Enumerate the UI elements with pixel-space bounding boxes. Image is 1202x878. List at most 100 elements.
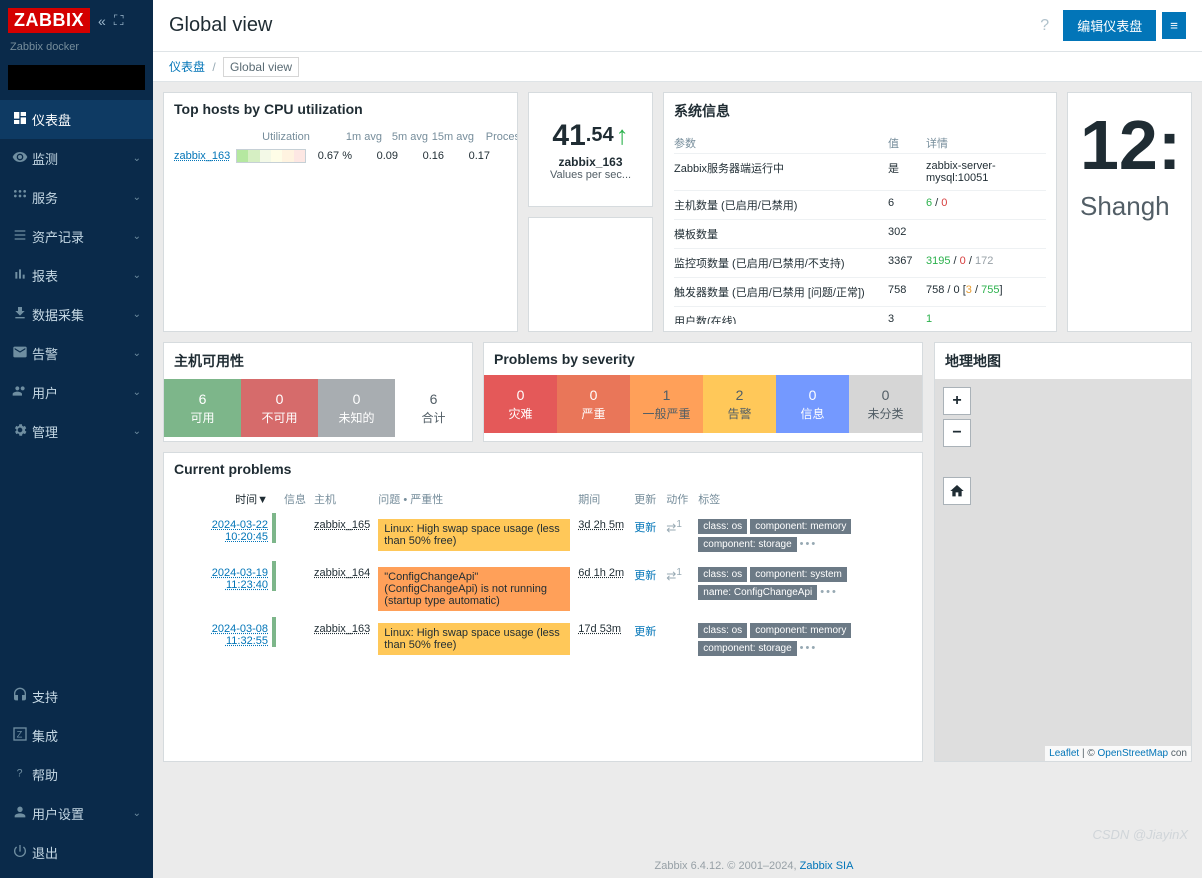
tag[interactable]: name: ConfigChangeApi — [698, 585, 817, 600]
table-row: 2024-03-08 11:32:55 zabbix_163 Linux: Hi… — [164, 617, 922, 665]
help-icon: ? — [12, 765, 32, 784]
value-dec: .54 — [586, 124, 614, 147]
sidebar-item-集成[interactable]: Z集成 — [0, 716, 153, 755]
sidebar-item-服务[interactable]: 服务⌄ — [0, 178, 153, 217]
problem-cell[interactable]: "ConfigChangeApi" (ConfigChangeApi) is n… — [378, 567, 570, 611]
dashboard-menu-button[interactable]: ≡ — [1162, 12, 1186, 39]
widget-item-value: 41.54↑ zabbix_163 Values per sec... — [528, 92, 653, 207]
sidebar-item-数据采集[interactable]: 数据采集⌄ — [0, 295, 153, 334]
host-link[interactable]: zabbix_165 — [314, 519, 370, 531]
tag[interactable]: component: storage — [698, 537, 796, 552]
severity-box-一般严重[interactable]: 1一般严重 — [630, 375, 703, 433]
sysinfo-row: 模板数量302 — [674, 219, 1046, 248]
sidebar-item-仪表盘[interactable]: 仪表盘 — [0, 100, 153, 139]
tag[interactable]: class: os — [698, 567, 747, 582]
kiosk-icon[interactable]: ⛶ — [114, 12, 124, 29]
action-icon[interactable]: ⇄1 — [666, 569, 682, 583]
avail-box-未知的[interactable]: 0未知的 — [318, 379, 395, 437]
severity-box-未分类[interactable]: 0未分类 — [849, 375, 922, 433]
item-desc: Values per sec... — [535, 169, 646, 181]
server-name: Zabbix docker — [0, 41, 153, 61]
avail-box-合计[interactable]: 6合计 — [395, 379, 472, 437]
problem-cell[interactable]: Linux: High swap space usage (less than … — [378, 519, 570, 551]
time-link[interactable]: 2024-03-22 10:20:45 — [212, 519, 268, 543]
map-canvas[interactable]: + − Leaflet | © OpenStreetMap con — [935, 379, 1191, 761]
chevron-down-icon: ⌄ — [133, 808, 141, 819]
host-link[interactable]: zabbix_163 — [314, 623, 370, 635]
value-int: 41 — [552, 119, 585, 153]
severity-box-灾难[interactable]: 0灾难 — [484, 375, 557, 433]
chevron-down-icon: ⌄ — [133, 426, 141, 437]
map-zoom-in-button[interactable]: + — [943, 387, 971, 415]
leaflet-link[interactable]: Leaflet — [1049, 748, 1079, 759]
time-link[interactable]: 2024-03-19 11:23:40 — [212, 567, 268, 591]
avail-box-不可用[interactable]: 0不可用 — [241, 379, 318, 437]
sysinfo-row: 触发器数量 (已启用/已禁用 [问题/正常])758758 / 0 [3 / 7… — [674, 277, 1046, 306]
tag[interactable]: component: memory — [750, 519, 851, 534]
search-box[interactable] — [8, 65, 145, 90]
avail-box-可用[interactable]: 6可用 — [164, 379, 241, 437]
widget-map: 地理地图 + − Leaflet | © OpenStreetMap con — [934, 342, 1192, 762]
download-icon — [12, 305, 32, 324]
sidebar-item-用户设置[interactable]: 用户设置⌄ — [0, 794, 153, 833]
map-attribution: Leaflet | © OpenStreetMap con — [1045, 746, 1191, 761]
status-bar — [272, 561, 276, 591]
host-link[interactable]: zabbix_163 — [174, 150, 236, 162]
sidebar-item-帮助[interactable]: ?帮助 — [0, 755, 153, 794]
tag[interactable]: class: os — [698, 519, 747, 534]
sidebar-item-报表[interactable]: 报表⌄ — [0, 256, 153, 295]
map-home-button[interactable] — [943, 477, 971, 505]
widget-title: Top hosts by CPU utilization — [164, 93, 517, 125]
sidebar-item-监测[interactable]: 监测⌄ — [0, 139, 153, 178]
tag[interactable]: component: system — [750, 567, 847, 582]
breadcrumb-root[interactable]: 仪表盘 — [169, 60, 205, 74]
duration-link[interactable]: 3d 2h 5m — [578, 519, 624, 531]
action-icon[interactable]: ⇄1 — [666, 521, 682, 535]
item-host: zabbix_163 — [558, 155, 622, 169]
zabbix-sia-link[interactable]: Zabbix SIA — [800, 860, 854, 872]
host-link[interactable]: zabbix_164 — [314, 567, 370, 579]
collapse-icon[interactable]: « — [98, 13, 106, 29]
user-icon — [12, 804, 32, 823]
tag[interactable]: component: storage — [698, 641, 796, 656]
gear-icon — [12, 422, 32, 441]
time-link[interactable]: 2024-03-08 11:32:55 — [212, 623, 268, 647]
tag[interactable]: component: memory — [750, 623, 851, 638]
chevron-down-icon: ⌄ — [133, 270, 141, 281]
edit-dashboard-button[interactable]: 编辑仪表盘 — [1063, 10, 1156, 41]
duration-link[interactable]: 17d 53m — [578, 623, 621, 635]
sidebar-item-资产记录[interactable]: 资产记录⌄ — [0, 217, 153, 256]
search-input[interactable] — [14, 71, 169, 85]
clock-timezone: Shangh — [1080, 191, 1179, 222]
update-link[interactable]: 更新 — [634, 570, 656, 582]
svg-text:Z: Z — [17, 729, 23, 739]
sidebar-item-退出[interactable]: 退出 — [0, 833, 153, 872]
chevron-down-icon: ⌄ — [133, 387, 141, 398]
watermark: CSDN @JiayinX — [1092, 827, 1188, 842]
sidebar-item-用户[interactable]: 用户⌄ — [0, 373, 153, 412]
chevron-down-icon: ⌄ — [133, 309, 141, 320]
widget-clock: 12: Shangh — [1067, 92, 1192, 332]
more-tags-icon[interactable]: ••• — [820, 586, 838, 598]
more-tags-icon[interactable]: ••• — [800, 538, 818, 550]
severity-box-严重[interactable]: 0严重 — [557, 375, 630, 433]
severity-box-告警[interactable]: 2告警 — [703, 375, 776, 433]
titlebar: Global view ? 编辑仪表盘 ≡ — [153, 0, 1202, 52]
breadcrumb: 仪表盘 / Global view — [153, 52, 1202, 82]
svg-text:?: ? — [17, 767, 23, 779]
footer: Zabbix 6.4.12. © 2001–2024, Zabbix SIA — [306, 854, 1202, 878]
help-icon[interactable]: ? — [1040, 17, 1049, 35]
more-tags-icon[interactable]: ••• — [800, 642, 818, 654]
sidebar-item-告警[interactable]: 告警⌄ — [0, 334, 153, 373]
tag[interactable]: class: os — [698, 623, 747, 638]
update-link[interactable]: 更新 — [634, 522, 656, 534]
duration-link[interactable]: 6d 1h 2m — [578, 567, 624, 579]
sidebar-item-管理[interactable]: 管理⌄ — [0, 412, 153, 451]
zabbix-logo[interactable]: ZABBIX — [8, 8, 90, 33]
problem-cell[interactable]: Linux: High swap space usage (less than … — [378, 623, 570, 655]
map-zoom-out-button[interactable]: − — [943, 419, 971, 447]
update-link[interactable]: 更新 — [634, 626, 656, 638]
osm-link[interactable]: OpenStreetMap — [1097, 748, 1168, 759]
severity-box-信息[interactable]: 0信息 — [776, 375, 849, 433]
sidebar-item-支持[interactable]: 支持 — [0, 677, 153, 716]
